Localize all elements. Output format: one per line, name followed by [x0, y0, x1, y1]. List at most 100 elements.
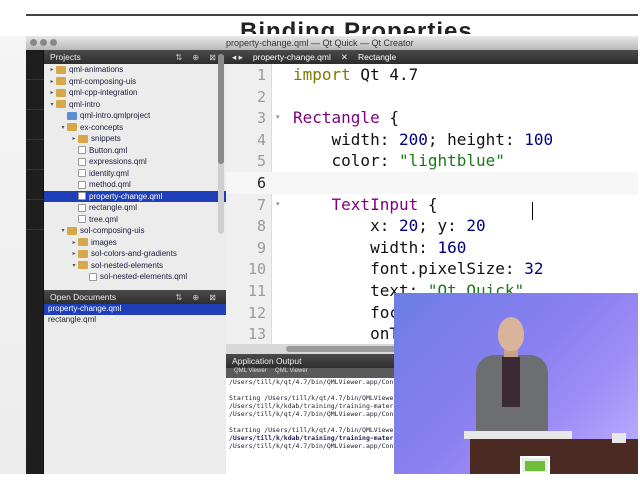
- tree-item[interactable]: Button.qml: [44, 145, 226, 157]
- expanded-arrow-icon[interactable]: ▾: [59, 227, 67, 234]
- nav-arrows-icon[interactable]: ◂ ▸: [232, 52, 243, 63]
- tree-item[interactable]: ▸ snippets: [44, 133, 226, 145]
- line-number: 8: [256, 217, 266, 236]
- projects-panel: Projects ⇅ ⊕ ⊠ ▸ qml-animations ▸ qml-compo…: [44, 50, 226, 290]
- fold-marker-icon[interactable]: ▾: [276, 113, 280, 121]
- open-document-item[interactable]: rectangle.qml: [44, 315, 226, 326]
- code-line[interactable]: 5 color: "lightblue": [226, 150, 638, 172]
- window-controls[interactable]: [30, 39, 57, 46]
- tree-item[interactable]: sol-nested-elements.qml: [44, 271, 226, 283]
- panel-controls[interactable]: ⇅ ⊕ ⊠: [175, 53, 220, 62]
- tree-item[interactable]: property-change.qml: [44, 190, 226, 202]
- qml-file-icon: [78, 203, 86, 212]
- tree-item-label: images: [91, 237, 117, 247]
- qml-file-icon: [78, 146, 86, 155]
- code-line[interactable]: 4 width: 200; height: 100: [226, 129, 638, 151]
- tree-item[interactable]: ▾ qml-intro: [44, 99, 226, 111]
- line-number: 6: [256, 174, 266, 192]
- slide-margin: [0, 36, 26, 474]
- code-token: 200: [398, 129, 428, 149]
- collapsed-arrow-icon[interactable]: ▸: [70, 135, 78, 142]
- tree-item[interactable]: rectangle.qml: [44, 202, 226, 214]
- collapsed-arrow-icon[interactable]: ▸: [48, 66, 56, 73]
- tree-item-label: ex-concepts: [80, 122, 124, 132]
- open-document-item[interactable]: property-change.qml: [44, 304, 226, 315]
- folder-icon: [78, 238, 88, 247]
- project-icon: [67, 111, 77, 120]
- collapsed-arrow-icon[interactable]: ▸: [48, 78, 56, 85]
- code-line[interactable]: 7 ▾ TextInput {: [226, 194, 638, 216]
- mode-debug-button[interactable]: Debug: [26, 140, 44, 170]
- qml-file-icon: [78, 192, 86, 201]
- tree-item-label: qml-composing-uis: [69, 76, 137, 86]
- tree-item[interactable]: ▾ sol-composing-uis: [44, 225, 226, 237]
- close-file-icon[interactable]: ✕: [341, 52, 348, 63]
- code-token: "lightblue": [398, 151, 505, 171]
- folder-icon: [78, 134, 88, 143]
- open-documents-list: property-change.qml rectangle.qml: [44, 304, 226, 326]
- code-line[interactable]: 3 ▾ Rectangle {: [226, 107, 638, 129]
- code-token: font.pixelSize:: [293, 259, 525, 279]
- expanded-arrow-icon[interactable]: ▾: [48, 101, 56, 108]
- collapsed-arrow-icon[interactable]: ▸: [70, 250, 78, 257]
- code-token: width:: [293, 237, 438, 257]
- folder-icon: [67, 226, 77, 235]
- mode-welcome-button[interactable]: Welcome: [26, 50, 44, 80]
- editor-toolbar: ◂ ▸ property-change.qml ✕ Rectangle: [226, 50, 638, 64]
- tree-item[interactable]: method.qml: [44, 179, 226, 191]
- code-token: 32: [524, 259, 544, 279]
- code-text: color: "lightblue": [293, 151, 505, 170]
- output-tab[interactable]: QML Viewer: [275, 368, 308, 374]
- code-line[interactable]: 9 width: 160: [226, 237, 638, 259]
- tree-item-label: identity.qml: [89, 168, 129, 178]
- qml-file-icon: [89, 272, 97, 281]
- window-title: property-change.qml — Qt Quick — Qt Crea…: [226, 38, 414, 48]
- tree-item-label: sol-nested-elements: [91, 260, 164, 270]
- fold-marker-icon[interactable]: ▾: [276, 200, 280, 208]
- tree-item[interactable]: ▸ qml-composing-uis: [44, 76, 226, 88]
- expanded-arrow-icon[interactable]: ▾: [70, 262, 78, 269]
- code-line[interactable]: 10 font.pixelSize: 32: [226, 258, 638, 280]
- tree-item[interactable]: ▾ ex-concepts: [44, 122, 226, 134]
- code-token: TextInput: [331, 194, 419, 214]
- code-token: Qt 4.7: [350, 65, 419, 84]
- symbol-selector[interactable]: Rectangle: [358, 52, 396, 62]
- tree-item[interactable]: ▸ images: [44, 237, 226, 249]
- tree-item[interactable]: qml-intro.qmlproject: [44, 110, 226, 122]
- collapsed-arrow-icon[interactable]: ▸: [70, 239, 78, 246]
- code-line[interactable]: 6: [226, 172, 638, 194]
- projects-scrollbar[interactable]: [218, 54, 224, 234]
- open-documents-title: Open Documents: [50, 292, 117, 302]
- file-selector[interactable]: property-change.qml: [253, 52, 331, 62]
- mode-edit-button[interactable]: Edit: [26, 80, 44, 110]
- microphone: [612, 433, 626, 443]
- code-line[interactable]: 8 x: 20; y: 20: [226, 215, 638, 237]
- tree-item-label: tree.qml: [89, 214, 118, 224]
- line-number: 10: [247, 260, 266, 279]
- code-line[interactable]: 1 import Qt 4.7: [226, 64, 638, 86]
- panel-controls[interactable]: ⇅ ⊕ ⊠: [175, 293, 220, 302]
- tree-item[interactable]: tree.qml: [44, 214, 226, 226]
- tree-item-label: sol-colors-and-gradients: [91, 249, 177, 259]
- code-line[interactable]: 2: [226, 86, 638, 108]
- qml-file-icon: [78, 180, 86, 189]
- expanded-arrow-icon[interactable]: ▾: [59, 124, 67, 131]
- tree-item[interactable]: identity.qml: [44, 168, 226, 180]
- tree-item[interactable]: expressions.qml: [44, 156, 226, 168]
- code-token: ; y:: [418, 216, 467, 236]
- mode-help-button[interactable]: Help: [26, 200, 44, 230]
- line-number: 7: [256, 195, 266, 214]
- tree-item[interactable]: ▸ qml-cpp-integration: [44, 87, 226, 99]
- tree-item[interactable]: ▸ qml-animations: [44, 64, 226, 76]
- tree-item[interactable]: ▸ sol-colors-and-gradients: [44, 248, 226, 260]
- mode-projects-button[interactable]: Projects: [26, 170, 44, 200]
- tree-item[interactable]: ▾ sol-nested-elements: [44, 260, 226, 272]
- folder-icon: [56, 88, 66, 97]
- line-number: 11: [247, 282, 266, 300]
- collapsed-arrow-icon[interactable]: ▸: [48, 89, 56, 96]
- output-tab[interactable]: QML Viewer: [234, 368, 267, 374]
- folder-icon: [56, 65, 66, 74]
- podium-logo: [520, 456, 550, 474]
- qml-file-icon: [78, 157, 86, 166]
- mode-design-button[interactable]: Design: [26, 110, 44, 140]
